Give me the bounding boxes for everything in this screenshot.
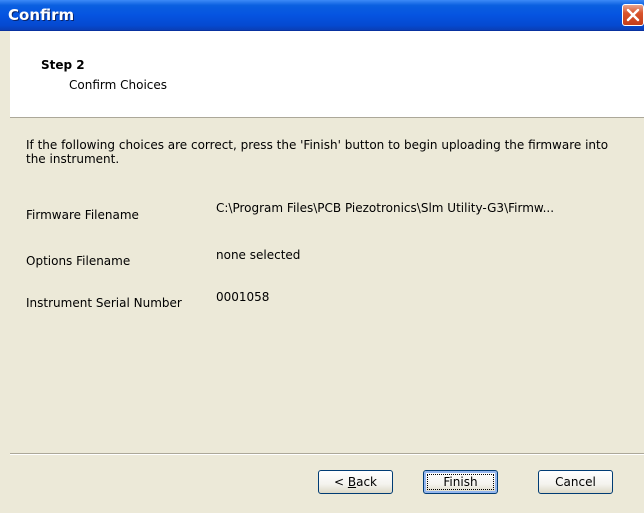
window-title: Confirm (8, 6, 75, 24)
title-bar[interactable]: Confirm (0, 0, 644, 31)
cancel-button[interactable]: Cancel (538, 470, 613, 494)
button-divider (10, 453, 644, 455)
options-filename-value: none selected (216, 248, 301, 262)
cancel-label: Cancel (555, 475, 596, 489)
finish-button[interactable]: Finish (423, 470, 498, 494)
wizard-header: Step 2 Confirm Choices (10, 31, 644, 118)
back-button[interactable]: < Back (318, 470, 393, 494)
step-subtitle: Confirm Choices (69, 78, 168, 92)
serial-number-label: Instrument Serial Number (26, 296, 182, 310)
close-icon (626, 8, 640, 22)
left-edge (0, 31, 10, 513)
close-button[interactable] (622, 4, 644, 26)
confirm-dialog: Confirm Step 2 Confirm Choices If the fo… (0, 0, 644, 513)
firmware-filename-value: C:\Program Files\PCB Piezotronics\Slm Ut… (216, 201, 555, 215)
focus-ring (427, 474, 494, 490)
intro-text: If the following choices are correct, pr… (26, 138, 609, 166)
back-label-rest: ack (356, 475, 377, 489)
serial-number-value: 0001058 (216, 290, 270, 304)
back-label-mnemonic: B (347, 475, 357, 489)
back-label-prefix: < (333, 475, 348, 489)
step-title: Step 2 (41, 58, 85, 72)
options-filename-label: Options Filename (26, 254, 131, 268)
firmware-filename-label: Firmware Filename (26, 208, 139, 222)
